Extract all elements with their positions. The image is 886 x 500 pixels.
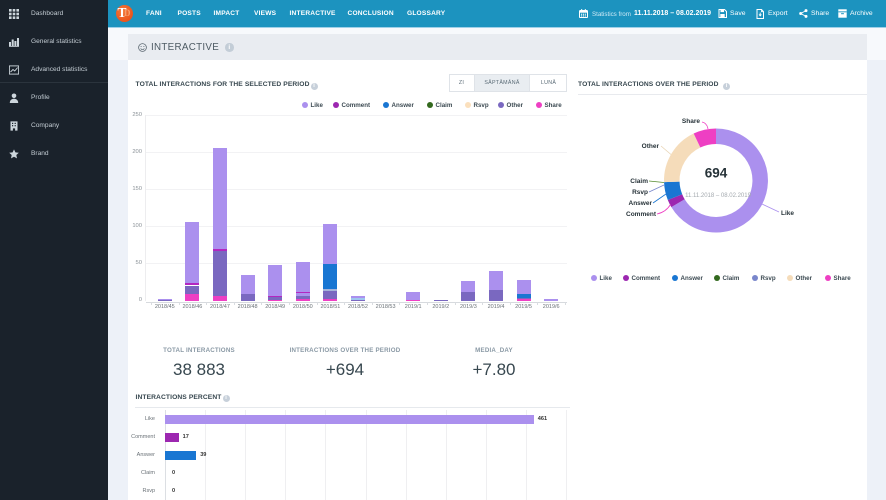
svg-text:Share: Share xyxy=(682,118,700,125)
svg-text:Claim: Claim xyxy=(630,178,648,185)
svg-text:694: 694 xyxy=(705,166,728,181)
svg-text:Like: Like xyxy=(781,210,794,217)
svg-text:11.11.2018 – 08.02.2019: 11.11.2018 – 08.02.2019 xyxy=(685,193,752,199)
svg-text:Rsvp: Rsvp xyxy=(632,189,648,196)
svg-text:Answer: Answer xyxy=(629,200,653,207)
svg-text:Comment: Comment xyxy=(626,211,657,218)
svg-text:Other: Other xyxy=(642,143,660,150)
